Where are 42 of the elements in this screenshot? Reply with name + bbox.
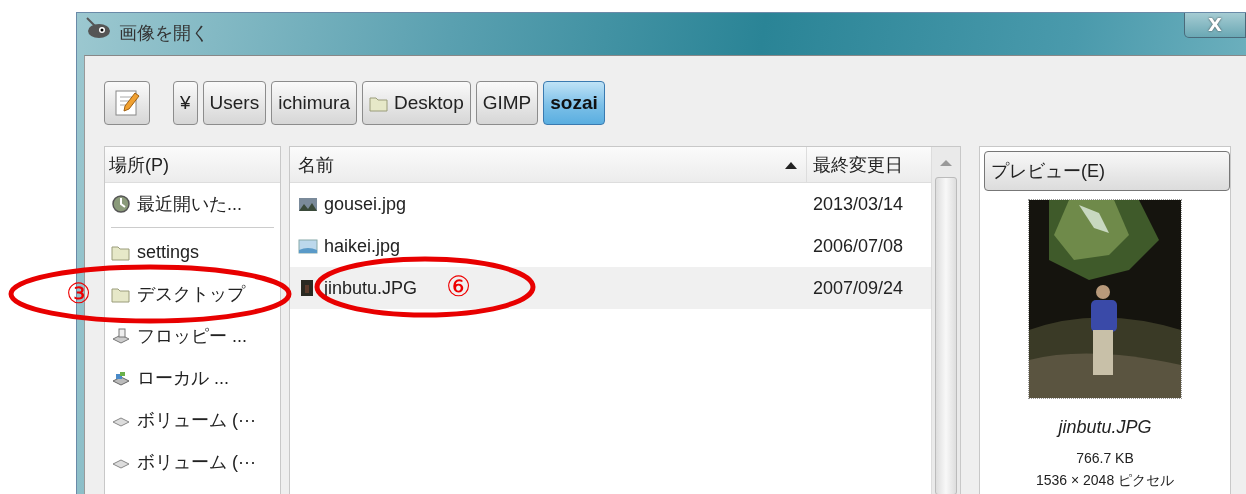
file-row[interactable]: gousei.jpg 2013/03/14 bbox=[290, 183, 931, 225]
file-name: haikei.jpg bbox=[324, 235, 401, 257]
scrollbar[interactable] bbox=[931, 147, 960, 494]
path-button[interactable]: GIMP bbox=[475, 81, 539, 125]
place-item[interactable]: ボリューム (··· bbox=[105, 441, 280, 483]
drive-icon bbox=[111, 369, 131, 387]
folder-icon bbox=[111, 285, 131, 303]
annotation-number: ⑥ bbox=[446, 273, 471, 301]
path-button[interactable]: Desktop bbox=[362, 81, 471, 125]
preview-filename: jinbutu.JPG bbox=[1058, 417, 1152, 438]
animal-head-icon bbox=[85, 17, 113, 39]
file-date: 2013/03/14 bbox=[812, 193, 905, 215]
image-file-icon bbox=[298, 237, 318, 255]
place-item[interactable]: フロッピー ... bbox=[105, 315, 280, 357]
folder-icon bbox=[369, 94, 389, 112]
file-date: 2007/09/24 bbox=[812, 277, 905, 299]
place-item[interactable]: ボリューム (··· bbox=[105, 399, 280, 441]
notepad-pencil-icon bbox=[113, 89, 141, 117]
path-button[interactable]: ichimura bbox=[271, 81, 357, 125]
file-date: 2006/07/08 bbox=[812, 235, 905, 257]
place-item[interactable]: デスクトップ bbox=[105, 273, 280, 315]
path-button[interactable]: sozai bbox=[543, 81, 605, 125]
drive-icon bbox=[111, 327, 131, 345]
scroll-up-icon bbox=[938, 157, 954, 169]
preview-header[interactable]: プレビュー(E) bbox=[984, 151, 1230, 191]
window-title: 画像を開く bbox=[119, 22, 209, 45]
image-file-icon bbox=[298, 195, 318, 213]
place-item[interactable]: ローカル ... bbox=[105, 357, 280, 399]
file-name: gousei.jpg bbox=[324, 193, 407, 215]
path-button[interactable]: Users bbox=[202, 81, 267, 125]
places-header: 場所(P) bbox=[105, 147, 280, 183]
file-row[interactable]: haikei.jpg 2006/07/08 bbox=[290, 225, 931, 267]
clock-icon bbox=[111, 194, 131, 214]
folder-icon bbox=[111, 243, 131, 261]
file-size: 766.7 KB bbox=[1076, 450, 1134, 466]
file-name: jinbutu.JPG bbox=[324, 277, 418, 299]
place-item[interactable]: settings bbox=[105, 231, 280, 273]
image-dimensions: 1536 × 2048 ピクセル bbox=[1035, 472, 1175, 490]
edit-location-button[interactable] bbox=[104, 81, 150, 125]
column-header[interactable]: 名前 bbox=[298, 152, 334, 177]
place-item[interactable]: 最近開いた... bbox=[105, 183, 280, 225]
path-button[interactable]: ¥ bbox=[173, 81, 198, 125]
